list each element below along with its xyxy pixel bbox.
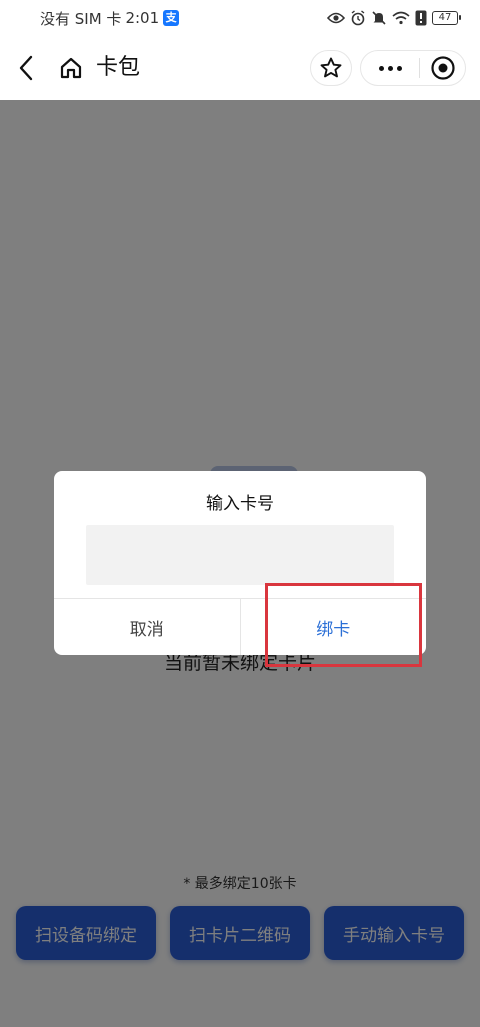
cancel-button[interactable]: 取消 [54,599,241,655]
bind-card-button[interactable]: 绑卡 [241,599,427,655]
alipay-icon: 支 [163,10,180,26]
page-title: 卡包 [96,55,141,80]
more-icon-dot [396,65,402,71]
status-left: 没有 SIM 卡 2:01 支 [40,8,180,29]
target-icon [430,56,455,80]
close-mini-program-button[interactable] [420,51,465,85]
status-right: 47 [327,10,461,26]
dialog-footer: 取消 绑卡 [54,598,426,655]
wifi-icon [392,11,410,25]
more-icon [378,65,384,71]
more-button[interactable] [361,51,419,85]
status-bar: 没有 SIM 卡 2:01 支 47 [0,0,480,36]
home-icon [60,57,82,79]
home-button[interactable] [57,53,85,83]
clock-text: 2:01 [125,9,160,27]
carrier-text: 没有 SIM 卡 [40,9,122,28]
mini-program-capsule [360,50,466,86]
card-number-input[interactable] [86,525,394,585]
alert-icon [415,10,427,26]
more-icon-dot [387,65,393,71]
nav-bar: 卡包 [0,36,480,100]
favorite-button[interactable] [310,50,352,86]
eye-icon [327,12,345,24]
back-arrow-icon [19,55,33,81]
star-icon [320,57,342,78]
mute-icon [372,11,386,25]
card-number-dialog: 输入卡号 取消 绑卡 [54,471,426,655]
battery-icon: 47 [432,11,461,25]
alarm-icon [351,10,365,26]
back-button[interactable] [12,52,40,84]
dialog-title: 输入卡号 [206,494,274,514]
